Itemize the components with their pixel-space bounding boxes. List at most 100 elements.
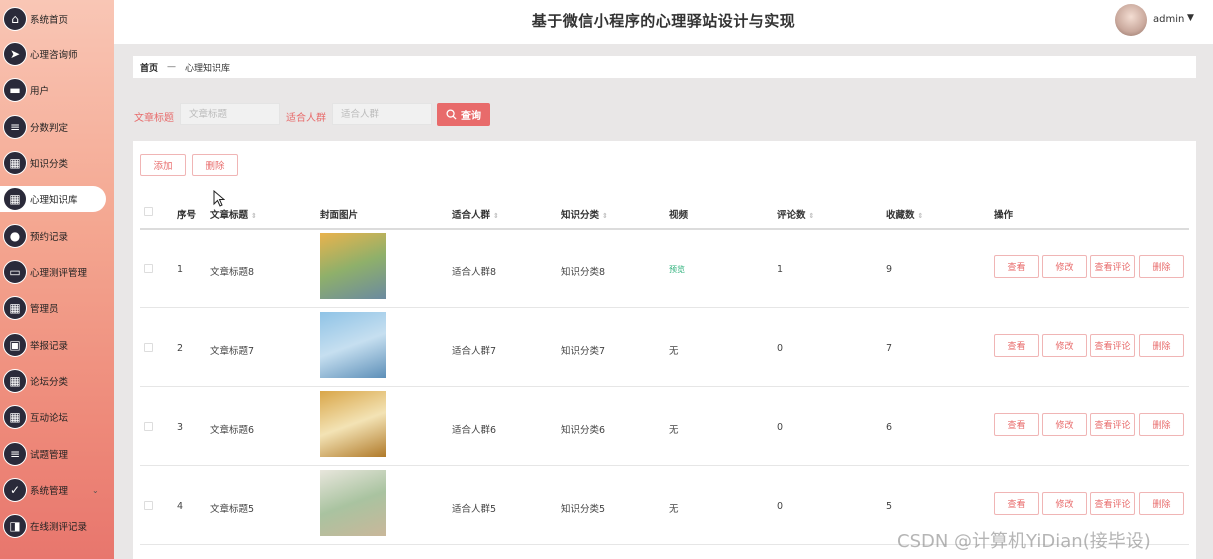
sort-icon[interactable]: ⇕	[602, 212, 608, 220]
row-comments: 1	[777, 264, 784, 275]
row-favorites: 5	[886, 501, 893, 512]
delete-button[interactable]: 删除	[1139, 334, 1184, 357]
sidebar-item-9[interactable]: ▣ 举报记录	[0, 332, 106, 358]
view-comments-button[interactable]: 查看评论	[1090, 255, 1135, 278]
row-comments: 0	[777, 501, 784, 512]
content-panel: 添加 删除 序号 文章标题 ⇕ 封面图片 适合人群 ⇕ 知识分类 ⇕ 视频 评论数 ⇕ …	[133, 141, 1196, 559]
sidebar-item-label: 在线测评记录	[30, 522, 88, 533]
header-comments[interactable]: 评论数 ⇕	[777, 207, 814, 221]
sidebar-item-4[interactable]: ▦ 知识分类	[0, 150, 106, 176]
home-icon: ⌂	[3, 7, 27, 31]
sidebar-item-14[interactable]: ◨ 在线测评记录	[0, 513, 106, 539]
view-comments-button[interactable]: 查看评论	[1090, 334, 1135, 357]
sort-icon[interactable]: ⇕	[809, 212, 815, 220]
header-favorites[interactable]: 收藏数 ⇕	[886, 207, 923, 221]
avatar[interactable]	[1115, 4, 1147, 36]
caret-down-icon[interactable]: ▼	[1187, 13, 1194, 23]
row-video: 无	[669, 504, 679, 515]
sidebar-item-2[interactable]: ▬ 用户	[0, 77, 106, 103]
sidebar-item-7[interactable]: ▭ 心理测评管理	[0, 259, 106, 285]
sidebar-item-0[interactable]: ⌂ 系统首页	[0, 6, 106, 32]
page-title: 基于微信小程序的心理驿站设计与实现	[531, 12, 796, 30]
sidebar-item-8[interactable]: ▦ 管理员	[0, 295, 106, 321]
sidebar-item-label: 论坛分类	[30, 377, 69, 388]
sort-icon[interactable]: ⇕	[251, 212, 257, 220]
sidebar-item-10[interactable]: ▦ 论坛分类	[0, 368, 106, 394]
sort-icon[interactable]: ⇕	[918, 212, 924, 220]
row-index: 4	[177, 501, 184, 512]
sidebar-item-13[interactable]: ✓ 系统管理 ⌄	[0, 477, 106, 503]
select-all-checkbox[interactable]	[144, 207, 153, 216]
delete-button[interactable]: 删除	[1139, 255, 1184, 278]
row-title: 文章标题7	[210, 346, 255, 357]
sidebar-item-5[interactable]: ▦ 心理知识库	[0, 186, 106, 212]
sort-icon[interactable]: ⇕	[493, 212, 499, 220]
edit-button[interactable]: 修改	[1042, 255, 1087, 278]
sidebar-item-label: 系统首页	[30, 15, 69, 26]
sidebar-item-label: 系统管理	[30, 486, 69, 497]
header-category[interactable]: 知识分类 ⇕	[561, 207, 608, 221]
crowd-search-input[interactable]	[332, 103, 432, 125]
view-button[interactable]: 查看	[994, 413, 1039, 436]
row-title: 文章标题5	[210, 504, 255, 515]
sidebar-item-label: 管理员	[30, 304, 59, 315]
sidebar-item-label: 分数判定	[30, 123, 69, 134]
view-button[interactable]: 查看	[994, 492, 1039, 515]
header-crowd[interactable]: 适合人群 ⇕	[452, 207, 499, 221]
view-comments-button[interactable]: 查看评论	[1090, 492, 1135, 515]
sidebar-item-11[interactable]: ▦ 互动论坛	[0, 404, 106, 430]
breadcrumb-current: 心理知识库	[185, 63, 231, 74]
row-crowd: 适合人群6	[452, 425, 497, 436]
row-crowd: 适合人群7	[452, 346, 497, 357]
briefcase-icon: ▣	[3, 333, 27, 357]
sidebar-item-6[interactable]: ● 预约记录	[0, 223, 106, 249]
edit-button[interactable]: 修改	[1042, 413, 1087, 436]
list-icon: ≡	[3, 115, 27, 139]
edit-button[interactable]: 修改	[1042, 492, 1087, 515]
header-index: 序号	[177, 210, 197, 221]
sidebar-item-12[interactable]: ≡ 试题管理	[0, 441, 106, 467]
search-button-label: 查询	[461, 111, 481, 122]
crowd-search-label: 适合人群	[286, 113, 326, 124]
table-row: 2 文章标题7 适合人群7 知识分类7 无 0 7 查看 修改 查看评论 删除	[133, 308, 1196, 387]
row-checkbox[interactable]	[144, 343, 153, 352]
edit-button[interactable]: 修改	[1042, 334, 1087, 357]
delete-button[interactable]: 删除	[1139, 413, 1184, 436]
chevron-down-icon[interactable]: ⌄	[92, 486, 99, 495]
row-crowd: 适合人群5	[452, 504, 497, 515]
sidebar-item-label: 心理咨询师	[30, 50, 78, 61]
row-favorites: 6	[886, 422, 893, 433]
row-checkbox[interactable]	[144, 422, 153, 431]
title-search-label: 文章标题	[134, 113, 174, 124]
mouse-cursor-icon	[213, 190, 225, 207]
row-index: 2	[177, 343, 184, 354]
grid-icon: ▦	[3, 296, 27, 320]
search-button[interactable]: 查询	[437, 103, 490, 126]
view-button[interactable]: 查看	[994, 255, 1039, 278]
chat-icon: ▭	[3, 260, 27, 284]
row-category: 知识分类5	[561, 504, 606, 515]
user-name[interactable]: admin	[1153, 14, 1184, 25]
search-icon	[446, 109, 457, 120]
grid-icon: ▦	[3, 151, 27, 175]
header-comments-label: 评论数	[777, 210, 806, 221]
sidebar-item-3[interactable]: ≡ 分数判定	[0, 114, 106, 140]
table-row: 3 文章标题6 适合人群6 知识分类6 无 0 6 查看 修改 查看评论 删除	[133, 387, 1196, 466]
delete-button[interactable]: 删除	[1139, 492, 1184, 515]
title-search-input[interactable]	[180, 103, 280, 125]
row-checkbox[interactable]	[144, 264, 153, 273]
view-button[interactable]: 查看	[994, 334, 1039, 357]
bulk-delete-button[interactable]: 删除	[192, 154, 238, 176]
add-button[interactable]: 添加	[140, 154, 186, 176]
table-row: 1 文章标题8 适合人群8 知识分类8 预览 1 9 查看 修改 查看评论 删除	[133, 229, 1196, 308]
row-video: 无	[669, 425, 679, 436]
header-title[interactable]: 文章标题 ⇕	[210, 207, 257, 221]
row-favorites: 9	[886, 264, 893, 275]
video-preview-link[interactable]: 预览	[669, 264, 685, 275]
sidebar-item-1[interactable]: ➤ 心理咨询师	[0, 41, 106, 67]
view-comments-button[interactable]: 查看评论	[1090, 413, 1135, 436]
sidebar-item-label: 试题管理	[30, 450, 69, 461]
cover-image	[320, 470, 386, 536]
breadcrumb-home[interactable]: 首页	[140, 61, 158, 74]
row-checkbox[interactable]	[144, 501, 153, 510]
